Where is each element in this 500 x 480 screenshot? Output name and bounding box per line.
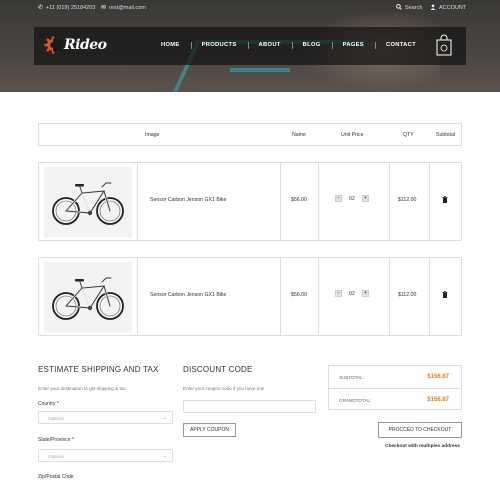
qty-value[interactable]: 02	[345, 196, 359, 202]
product-name[interactable]: Sensor Carbon Jenson GX1 Bike	[150, 292, 226, 298]
column-header-name: Name	[292, 132, 306, 138]
shipping-description: Enter your destination to get shipping &…	[38, 386, 126, 391]
nav-item-blog[interactable]: BLOG	[291, 42, 332, 49]
search-label: Search	[405, 5, 423, 11]
coupon-code-input[interactable]	[183, 400, 316, 413]
qty-value[interactable]: 02	[345, 291, 359, 297]
product-image[interactable]	[44, 167, 132, 237]
search-icon	[396, 4, 402, 12]
main-navbar: Rideo HOME PRODUCTS ABOUT BLOG PAGES CON…	[34, 27, 466, 65]
site-logo[interactable]: Rideo	[44, 36, 107, 54]
shopping-bag-icon[interactable]	[436, 34, 452, 56]
chevron-down-icon: ⌄	[162, 415, 167, 421]
cart-row: Sensor Carbon Jenson GX1 Bike $56.00 − 0…	[38, 162, 462, 241]
column-header-unit-price: Unit Price	[341, 132, 364, 138]
state-label: State/Province *	[38, 437, 74, 443]
phone-icon: ✆	[38, 5, 44, 11]
hero-header: ✆ +11 (019) 25184203 ✉ rest@mail.com Sea…	[0, 0, 500, 92]
nav-item-about[interactable]: ABOUT	[247, 42, 292, 49]
email-contact[interactable]: ✉ rest@mail.com	[101, 4, 146, 12]
quantity-stepper: − 02 +	[335, 290, 369, 297]
phone-contact[interactable]: ✆ +11 (019) 25184203	[38, 4, 96, 12]
nav-item-products[interactable]: PRODUCTS	[190, 42, 248, 49]
qty-decrease-button[interactable]: −	[335, 195, 342, 202]
unit-price: $56.00	[291, 197, 307, 203]
apply-coupon-button[interactable]: APPLY COUPON	[183, 423, 236, 437]
unit-price: $56.00	[291, 292, 307, 298]
subtotal-label: SUBTOTAL:	[339, 375, 365, 380]
cart-table-header: Image Name Unit Price QTY Subtotal	[38, 123, 462, 146]
chevron-down-icon: ⌄	[162, 453, 167, 459]
column-header-subtotal: Subtotal	[436, 132, 456, 138]
account-label: ACCOUNT	[439, 5, 467, 11]
phone-text: +11 (019) 25184203	[46, 4, 96, 11]
qty-increase-button[interactable]: +	[362, 195, 369, 202]
qty-increase-button[interactable]: +	[362, 290, 369, 297]
grandtotal-value: $156.87	[427, 397, 449, 403]
logo-text: Rideo	[64, 37, 107, 53]
search-link[interactable]: Search	[396, 4, 422, 12]
discount-description: Enter your coupon code if you have one	[183, 386, 265, 391]
mail-icon: ✉	[101, 5, 107, 11]
nav-item-home[interactable]: HOME	[150, 42, 191, 48]
row-subtotal: $112.00	[398, 197, 417, 203]
qty-decrease-button[interactable]: −	[335, 290, 342, 297]
shipping-section-title: ESTIMATE SHIPPING AND TAX	[38, 365, 159, 374]
product-image[interactable]	[44, 262, 132, 332]
top-bar: ✆ +11 (019) 25184203 ✉ rest@mail.com Sea…	[0, 0, 500, 16]
grandtotal-label: GRANDTOTAL:	[339, 398, 372, 403]
subtotal-value: $156.87	[427, 374, 449, 380]
quantity-stepper: − 02 +	[335, 195, 369, 202]
product-name[interactable]: Sensor Carbon Jenson GX1 Bike	[150, 197, 226, 203]
column-header-qty: QTY	[403, 132, 414, 138]
state-select-value: Options	[48, 454, 64, 459]
nav-item-pages[interactable]: PAGES	[331, 42, 375, 49]
trash-icon[interactable]	[442, 291, 448, 298]
multiple-address-checkout-link[interactable]: Checkout with multiples address	[385, 444, 460, 449]
cart-totals-box: SUBTOTAL: $156.87 GRANDTOTAL: $156.87	[328, 365, 462, 410]
country-select-value: Options	[48, 416, 64, 421]
discount-section-title: DISCOUNT CODE	[183, 365, 253, 374]
state-select[interactable]: Options ⌄	[38, 449, 173, 462]
country-select[interactable]: Options ⌄	[38, 411, 173, 424]
nav-menu: HOME PRODUCTS ABOUT BLOG PAGES CONTACT	[150, 42, 427, 49]
zip-label: Zip/Postal Code	[38, 474, 74, 480]
user-icon	[430, 4, 436, 12]
account-link[interactable]: ACCOUNT	[430, 4, 466, 12]
nav-item-contact[interactable]: CONTACT	[374, 42, 427, 49]
proceed-to-checkout-button[interactable]: PROCCED TO CHECKOUT	[378, 422, 462, 438]
cart-row: Sensor Carbon Jenson GX1 Bike $56.00 − 0…	[38, 257, 462, 336]
column-header-image: Image	[145, 132, 160, 138]
email-text: rest@mail.com	[109, 4, 146, 11]
hero-bike-tube-decor	[230, 68, 290, 72]
gear-logo-icon	[44, 36, 62, 54]
row-subtotal: $112.00	[398, 292, 417, 298]
country-label: Country *	[38, 401, 59, 407]
trash-icon[interactable]	[442, 196, 448, 203]
